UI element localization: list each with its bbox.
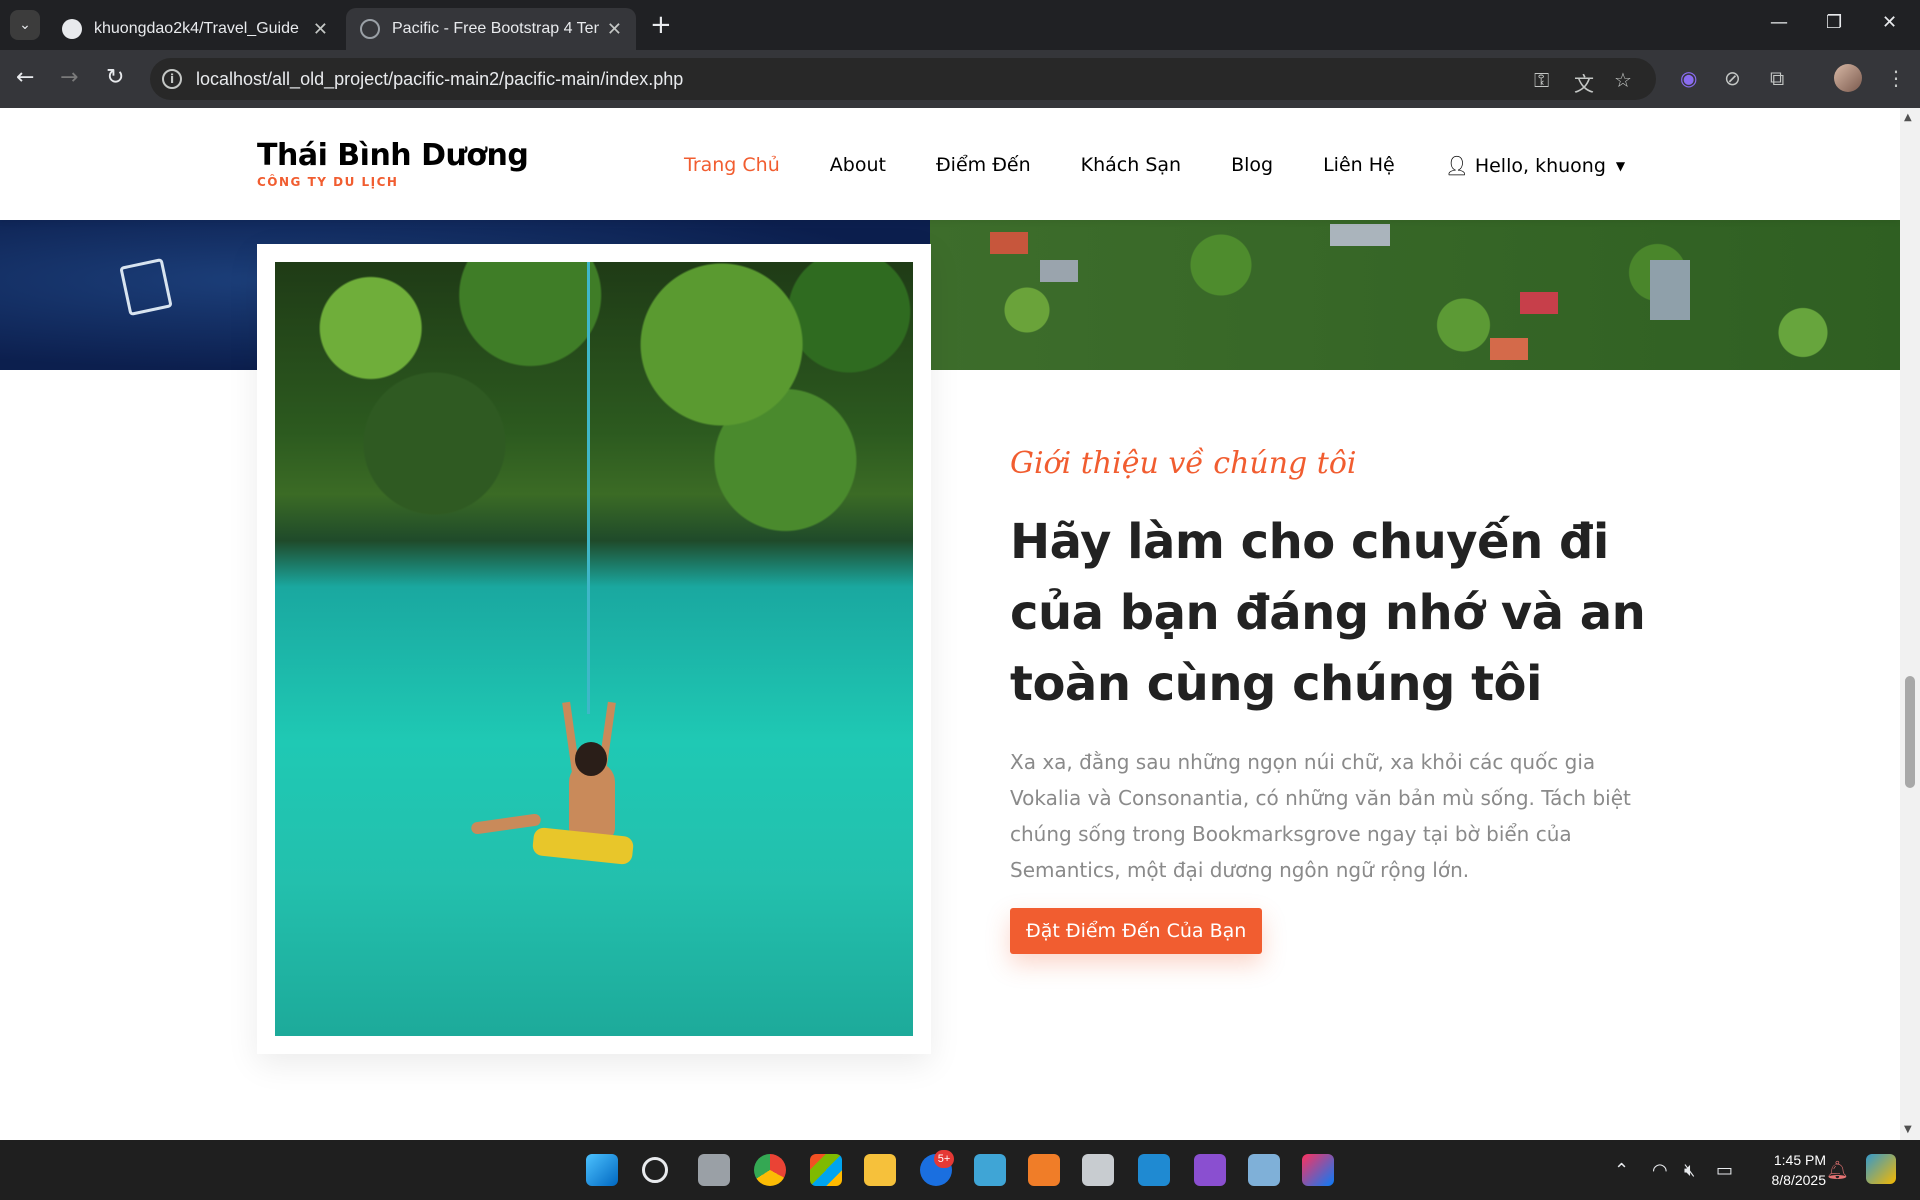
about-heading: Hãy làm cho chuyến đi của bạn đáng nhớ v…	[1010, 514, 1646, 712]
scrollbar-thumb[interactable]	[1905, 676, 1915, 788]
menu-item-home[interactable]: Trang Chủ	[684, 154, 780, 177]
volume-muted-icon[interactable]: 🔇︎	[1684, 1160, 1695, 1181]
swimmer-shorts	[531, 826, 635, 866]
close-tab-icon[interactable]: ✕	[313, 19, 328, 40]
search-icon[interactable]	[642, 1157, 668, 1183]
notification-bell-icon[interactable]: 🔔︎	[1826, 1160, 1849, 1181]
app-db-icon[interactable]	[1248, 1154, 1280, 1186]
bookmark-star-icon[interactable]: ☆	[1614, 68, 1632, 92]
reload-icon[interactable]: ↻	[106, 66, 124, 90]
task-view-icon[interactable]	[698, 1154, 730, 1186]
password-key-icon[interactable]: ⚿	[1534, 68, 1549, 92]
extensions-icon[interactable]: ⧉	[1770, 66, 1784, 90]
book-destination-button[interactable]: Đặt Điểm Đến Của Bạn	[1010, 908, 1263, 954]
battery-icon[interactable]: ▭	[1716, 1160, 1733, 1181]
close-tab-icon[interactable]: ✕	[607, 19, 622, 40]
main-menu: Trang Chủ About Điểm Đến Khách Sạn Blog …	[684, 154, 1675, 177]
scroll-up-icon[interactable]: ▲	[1904, 112, 1912, 123]
copilot-icon[interactable]	[1866, 1154, 1896, 1184]
visual-studio-icon[interactable]	[1194, 1154, 1226, 1186]
menu-item-hotels[interactable]: Khách Sạn	[1081, 154, 1181, 177]
close-window-icon[interactable]: ✕	[1882, 12, 1897, 33]
tab-pacific[interactable]: Pacific - Free Bootstrap 4 Templ ✕	[346, 8, 636, 50]
tab-travel-guide[interactable]: khuongdao2k4/Travel_Guide ✕	[48, 8, 342, 50]
clock-date: 8/8/2025	[1771, 1172, 1827, 1188]
browser-toolbar: ← → ↻ i localhost/all_old_project/pacifi…	[0, 50, 1920, 108]
forward-icon[interactable]: →	[60, 66, 78, 90]
swimmer-leg	[470, 813, 542, 835]
jungle-foliage	[275, 262, 913, 592]
scroll-down-icon[interactable]: ▼	[1904, 1124, 1912, 1135]
app-cube-icon[interactable]	[974, 1154, 1006, 1186]
roof-shape	[1520, 292, 1558, 314]
rope-swing-photo	[275, 262, 913, 1036]
zalo-notification-badge: 5+	[934, 1150, 954, 1168]
menu-item-blog[interactable]: Blog	[1231, 154, 1273, 177]
clock-time: 1:45 PM	[1773, 1152, 1826, 1168]
windows-taskbar	[0, 1140, 1920, 1200]
roof-shape	[1040, 260, 1078, 282]
roof-shape	[1490, 338, 1528, 360]
village-aerial-area	[930, 220, 1900, 370]
page-viewport: Thái Bình Dương CÔNG TY DU LỊCH Trang Ch…	[0, 108, 1900, 1140]
app-tile-icon[interactable]	[1082, 1154, 1114, 1186]
gemini-icon[interactable]: ◉	[1680, 66, 1697, 90]
user-icon: 👤︎	[1444, 155, 1469, 177]
page-scrollbar[interactable]: ▲ ▼	[1900, 108, 1920, 1140]
chrome-icon[interactable]	[754, 1154, 786, 1186]
compass-icon[interactable]: ⊘	[1724, 66, 1741, 90]
intellij-icon[interactable]	[1302, 1154, 1334, 1186]
vscode-icon[interactable]	[1138, 1154, 1170, 1186]
minimize-icon[interactable]: —	[1770, 12, 1788, 33]
roof-shape	[1330, 224, 1390, 246]
site-navbar: Thái Bình Dương CÔNG TY DU LỊCH Trang Ch…	[0, 108, 1900, 220]
xampp-icon[interactable]	[1028, 1154, 1060, 1186]
address-bar[interactable]: i localhost/all_old_project/pacific-main…	[150, 58, 1656, 100]
swimmer-head	[575, 742, 607, 776]
store-icon[interactable]	[810, 1154, 842, 1186]
chevron-down-icon: ▼	[1615, 158, 1626, 173]
wifi-icon[interactable]: ◠	[1652, 1160, 1668, 1181]
windows-start-icon[interactable]	[586, 1154, 618, 1186]
new-tab-icon[interactable]: +	[650, 11, 672, 39]
chevron-up-icon[interactable]: ⌃	[1614, 1160, 1629, 1181]
about-photo-frame	[257, 244, 931, 1054]
globe-icon	[360, 19, 380, 39]
tab-title: khuongdao2k4/Travel_Guide	[94, 20, 299, 37]
tab-title: Pacific - Free Bootstrap 4 Templ	[392, 20, 599, 37]
rope	[587, 262, 590, 714]
user-dropdown[interactable]: 👤︎ Hello, khuong ▼	[1444, 154, 1626, 178]
profile-avatar-icon[interactable]	[1834, 64, 1862, 92]
brand-name: Thái Bình Dương	[257, 138, 529, 173]
github-icon	[62, 19, 82, 39]
info-icon[interactable]: i	[162, 69, 182, 89]
about-kicker: Giới thiệu về chúng tôi	[1010, 446, 1357, 481]
file-explorer-icon[interactable]	[864, 1154, 896, 1186]
brand-tagline: CÔNG TY DU LỊCH	[257, 175, 399, 189]
tab-bar: ⌄ khuongdao2k4/Travel_Guide ✕ Pacific - …	[0, 0, 1920, 50]
system-clock[interactable]: 1:45 PM 8/8/2025	[1752, 1150, 1827, 1190]
menu-item-destinations[interactable]: Điểm Đến	[936, 154, 1031, 177]
menu-item-contact[interactable]: Liên Hệ	[1323, 154, 1395, 177]
user-greeting: Hello, khuong	[1474, 154, 1606, 177]
menu-item-about[interactable]: About	[830, 154, 886, 177]
url-text[interactable]: localhost/all_old_project/pacific-main2/…	[196, 69, 683, 90]
site-logo[interactable]: Thái Bình Dương CÔNG TY DU LỊCH	[257, 138, 529, 189]
roof-shape	[990, 232, 1028, 254]
roof-shape	[1650, 260, 1690, 320]
restore-icon[interactable]: ❐	[1826, 12, 1842, 33]
back-icon[interactable]: ←	[16, 66, 34, 90]
tab-search-button[interactable]: ⌄	[10, 10, 40, 40]
about-section: Giới thiệu về chúng tôi Hãy làm cho chuy…	[1010, 446, 1650, 954]
more-menu-icon[interactable]: ⋮	[1886, 66, 1906, 90]
about-paragraph: Xa xa, đằng sau những ngọn núi chữ, xa k…	[1010, 750, 1631, 882]
translate-icon[interactable]: 文	[1574, 68, 1594, 97]
